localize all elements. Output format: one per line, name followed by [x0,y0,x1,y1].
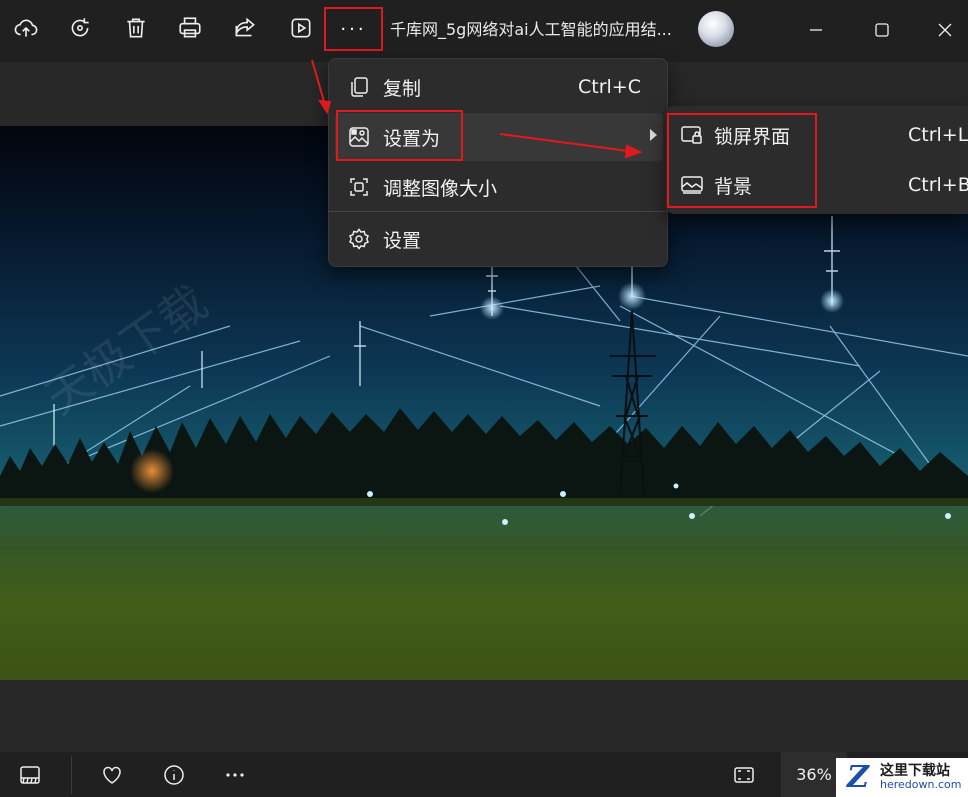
svg-text:天极下载: 天极下载 [35,275,217,425]
submenu-item-label: 锁屏界面 [714,125,791,148]
top-toolbar: ··· 千库网_5g网络对ai人工智能的应用结... [0,0,968,62]
delete-button[interactable] [116,8,156,48]
avatar[interactable] [698,11,734,47]
menu-item-label: 调整图像大小 [383,177,498,200]
menu-separator [329,211,667,212]
fit-screen-icon [734,767,754,783]
minimize-icon [810,29,822,31]
delete-icon [127,18,145,38]
rotate-icon [71,18,89,37]
submenu-item-shortcut: Ctrl+B [908,174,968,196]
more-options-icon: ··· [340,18,367,40]
menu-item-settings[interactable]: 设置 [335,215,663,263]
menu-item-copy[interactable]: 复制 Ctrl+C [335,63,663,111]
maximize-icon [875,23,889,37]
info-icon [164,765,184,785]
favorite-button[interactable] [92,758,132,792]
menu-item-shortcut: Ctrl+C [578,76,641,98]
set-as-submenu: 锁屏界面 Ctrl+L 背景 Ctrl+B [666,106,968,214]
menu-item-label: 复制 [383,77,422,100]
watermark-en: heredown.com [880,778,962,792]
rotate-button[interactable] [60,8,100,48]
canvas-background-bottom [0,680,968,752]
submenu-arrow-icon [650,129,657,141]
submenu-item-shortcut: Ctrl+L [908,124,968,146]
menu-item-resize[interactable]: 调整图像大小 [335,163,663,211]
wallpaper-icon [681,176,703,194]
menu-item-label: 设置为 [383,127,441,150]
window-title: 千库网_5g网络对ai人工智能的应用结... [390,20,672,39]
close-button[interactable] [922,12,968,48]
filmstrip-icon [20,766,40,784]
print-button[interactable] [170,8,210,48]
filmstrip-button[interactable] [10,758,50,792]
heart-icon [103,766,121,784]
toolbar-divider [71,756,72,794]
share-icon [235,17,255,37]
more-button[interactable] [215,758,255,792]
print-icon [179,17,201,38]
more-options-button[interactable]: ··· [324,7,383,51]
menu-item-set-as[interactable]: 设置为 [335,113,663,161]
slideshow-button[interactable] [281,8,321,48]
close-icon [938,23,952,37]
site-watermark-logo: Z 这里下载站 heredown.com [836,758,968,797]
gear-icon [349,228,369,250]
copy-icon [351,77,368,97]
watermark-cn: 这里下载站 [880,762,950,779]
share-button[interactable] [225,8,265,48]
menu-item-label: 设置 [383,229,422,252]
info-button[interactable] [154,758,194,792]
cloud-upload-button[interactable] [6,8,46,48]
submenu-item-background[interactable]: 背景 Ctrl+B [672,162,968,208]
resize-icon [350,178,368,196]
ellipsis-icon [226,773,244,777]
watermark-logo-letter: Z [847,760,869,795]
cloud-upload-icon [14,19,38,37]
set-as-image-icon [349,127,369,147]
submenu-item-lock-screen[interactable]: 锁屏界面 Ctrl+L [672,112,968,158]
bottom-toolbar: 36% [0,752,968,797]
fit-to-window-button[interactable] [724,758,764,792]
submenu-item-label: 背景 [714,175,753,198]
more-options-menu: 复制 Ctrl+C 设置为 调整图像大小 设置 [328,58,668,267]
slideshow-icon [291,18,311,38]
maximize-button[interactable] [859,12,905,48]
lock-screen-icon [681,126,702,144]
minimize-button[interactable] [793,12,839,48]
